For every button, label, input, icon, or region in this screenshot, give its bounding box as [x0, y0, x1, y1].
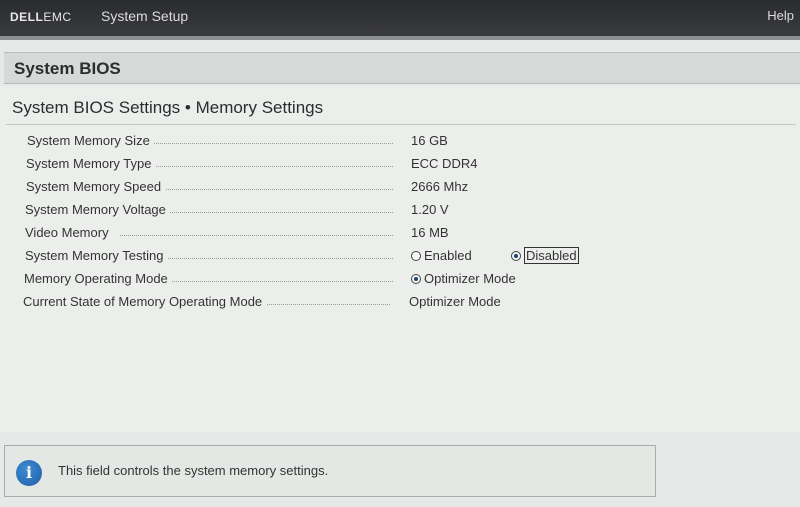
dotted-leader — [150, 258, 393, 259]
setting-row-memory-operating-mode[interactable]: Memory Operating Mode Optimizer Mode — [0, 271, 800, 291]
radio-unselected-icon — [411, 251, 421, 261]
setting-value: 16 MB — [411, 225, 449, 240]
title-divider — [6, 124, 796, 125]
setting-row-system-memory-size[interactable]: System Memory Size 16 GB — [0, 133, 800, 153]
page-title: System BIOS Settings • Memory Settings — [12, 98, 324, 117]
dotted-leader — [150, 189, 393, 190]
option-label: Optimizer Mode — [424, 271, 516, 286]
setting-value: Optimizer Mode — [409, 294, 501, 309]
setting-row-system-memory-type[interactable]: System Memory Type ECC DDR4 — [0, 156, 800, 176]
top-bar: DELLEMC System Setup Help — [0, 0, 800, 40]
app-title: System Setup — [101, 8, 189, 24]
setting-label: System Memory Type — [26, 156, 156, 171]
setting-label: System Memory Testing — [25, 248, 168, 263]
dotted-leader — [150, 143, 393, 144]
setting-label: Current State of Memory Operating Mode — [23, 294, 267, 309]
setting-label: System Memory Speed — [26, 179, 166, 194]
setting-value: 16 GB — [411, 133, 448, 148]
setting-row-current-state-memory-mode: Current State of Memory Operating Mode O… — [0, 294, 800, 314]
dell-emc-logo: DELLEMC — [10, 10, 72, 24]
setting-label: Memory Operating Mode — [24, 271, 172, 286]
radio-option-disabled[interactable]: Disabled — [511, 247, 579, 264]
option-label: Enabled — [424, 248, 472, 263]
dotted-leader — [150, 212, 393, 213]
radio-selected-icon — [411, 274, 421, 284]
brand-emc: EMC — [43, 10, 72, 24]
dotted-leader — [150, 166, 393, 167]
setting-value: 1.20 V — [411, 202, 449, 217]
section-header: System BIOS — [4, 52, 800, 84]
section-title: System BIOS — [14, 59, 121, 78]
setting-row-video-memory[interactable]: Video Memory 16 MB — [0, 225, 800, 245]
brand-dell: DELL — [10, 10, 44, 24]
radio-option-enabled[interactable]: Enabled — [411, 248, 472, 263]
setting-row-system-memory-voltage[interactable]: System Memory Voltage 1.20 V — [0, 202, 800, 222]
dotted-leader — [150, 281, 393, 282]
setting-label: System Memory Size — [27, 133, 154, 148]
setting-value: 2666 Mhz — [411, 179, 469, 194]
radio-selected-icon — [511, 251, 521, 261]
setting-label: System Memory Voltage — [25, 202, 170, 217]
option-label: Disabled — [524, 247, 579, 264]
setting-label: Video Memory — [25, 225, 113, 240]
help-text: This field controls the system memory se… — [58, 463, 329, 478]
radio-option-optimizer-mode[interactable]: Optimizer Mode — [411, 271, 516, 286]
help-link[interactable]: Help — [767, 8, 794, 23]
setting-row-system-memory-testing[interactable]: System Memory Testing Enabled Disabled — [0, 247, 800, 268]
info-icon: i — [16, 460, 42, 486]
settings-content: System BIOS Settings • Memory Settings S… — [0, 86, 800, 432]
help-panel: i This field controls the system memory … — [4, 445, 656, 497]
setting-row-system-memory-speed[interactable]: System Memory Speed 2666 Mhz — [0, 179, 800, 199]
setting-value: ECC DDR4 — [411, 156, 478, 171]
dotted-leader — [120, 235, 393, 236]
dotted-leader — [250, 304, 390, 305]
